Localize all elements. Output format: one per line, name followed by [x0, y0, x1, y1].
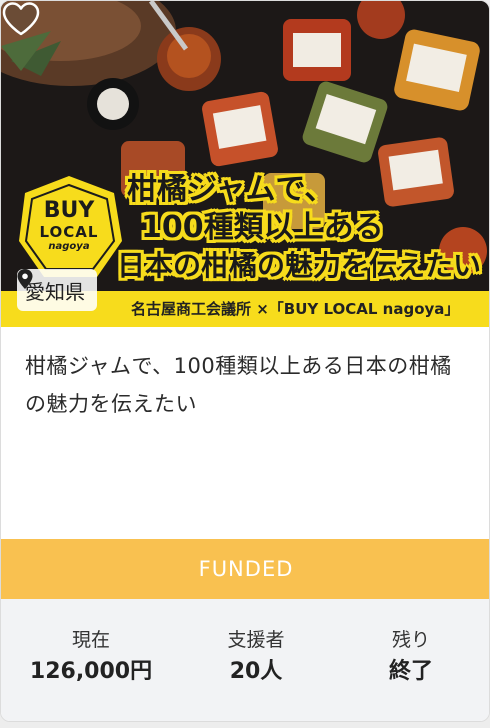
project-title[interactable]: 柑橘ジャムで、100種類以上ある日本の柑橘の魅力を伝えたい [25, 347, 471, 423]
stat-current: 現在 126,000円 [11, 625, 171, 689]
location-tag: 愛知県 [17, 269, 97, 311]
project-image[interactable]: BUY LOCAL nagoya 柑橘ジャムで、 100種類以上ある 日本の柑橘… [1, 1, 489, 327]
stat-remaining-value: 終了 [388, 659, 433, 684]
stat-backers: 支援者 20人 [176, 625, 336, 689]
stat-remaining-label: 残り [391, 629, 430, 651]
heart-icon[interactable] [1, 1, 41, 37]
project-stats: 現在 126,000円 支援者 20人 残り 終了 [1, 599, 489, 721]
stat-backers-value: 20人 [229, 659, 283, 684]
logo-text-nagoya: nagoya [48, 241, 90, 252]
stat-current-label: 現在 [71, 629, 110, 651]
banner-line-3: 日本の柑橘の魅力を伝えたい [117, 249, 482, 282]
banner-line-1: 柑橘ジャムで、 [127, 172, 335, 207]
map-pin-icon [17, 269, 33, 289]
status-badge: FUNDED [1, 539, 489, 599]
stat-remaining: 残り 終了 [331, 625, 489, 689]
project-card[interactable]: BUY LOCAL nagoya 柑橘ジャムで、 100種類以上ある 日本の柑橘… [0, 0, 490, 722]
banner-headline: 柑橘ジャムで、 100種類以上ある 日本の柑橘の魅力を伝えたい [117, 171, 489, 285]
logo-text-buy: BUY [43, 198, 95, 223]
stat-current-value: 126,000円 [29, 659, 153, 684]
stat-backers-label: 支援者 [227, 629, 285, 651]
location-label: 愛知県 [25, 279, 85, 304]
logo-text-local: LOCAL [39, 223, 99, 241]
banner-line-2: 100種類以上ある [141, 210, 384, 245]
